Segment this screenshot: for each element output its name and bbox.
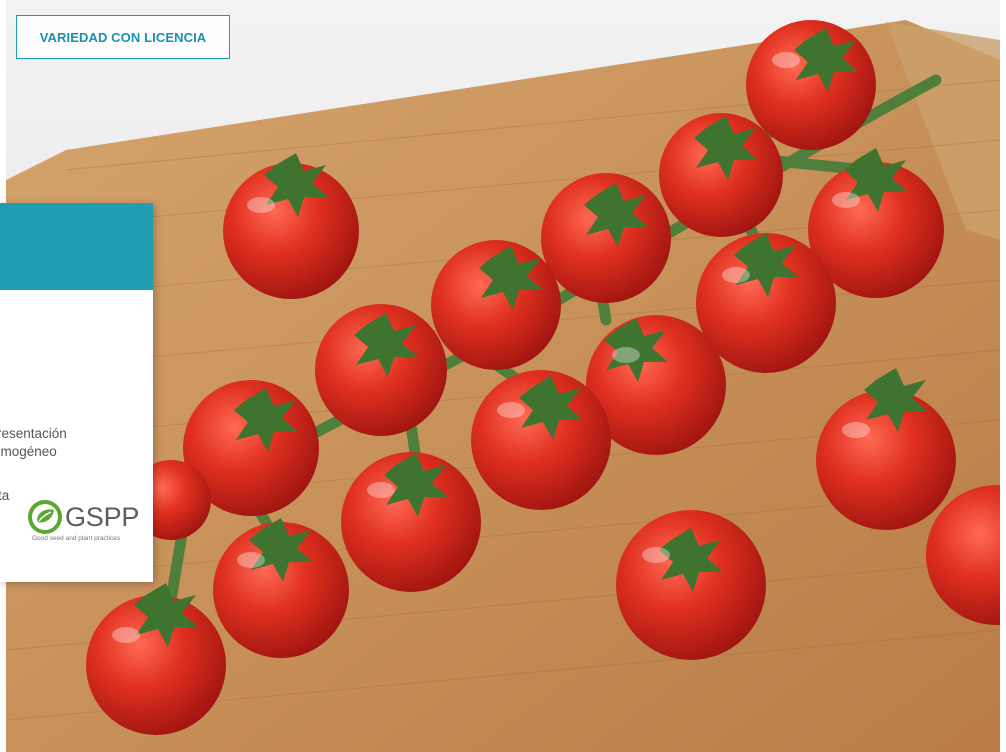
description-line: resentación	[0, 426, 67, 441]
license-badge-label: VARIEDAD CON LICENCIA	[39, 29, 207, 45]
product-photo	[6, 0, 1000, 752]
description-fragment: ta	[0, 488, 10, 503]
variety-info-card: resentación omogéneo ta GSPP Good seed a…	[0, 203, 153, 582]
gspp-logo: GSPP Good seed and plant practices	[28, 500, 150, 544]
description-line: omogéneo	[0, 444, 57, 459]
gspp-wordmark: GSPP	[65, 502, 140, 532]
product-page: VARIEDAD CON LICENCIA resentación omogén…	[0, 0, 1006, 752]
info-card-header	[0, 203, 153, 290]
variety-description: resentación omogéneo	[0, 425, 153, 461]
gspp-tagline: Good seed and plant practices	[32, 535, 121, 542]
license-badge: VARIEDAD CON LICENCIA	[16, 15, 230, 59]
gspp-leaf-icon	[28, 500, 62, 534]
